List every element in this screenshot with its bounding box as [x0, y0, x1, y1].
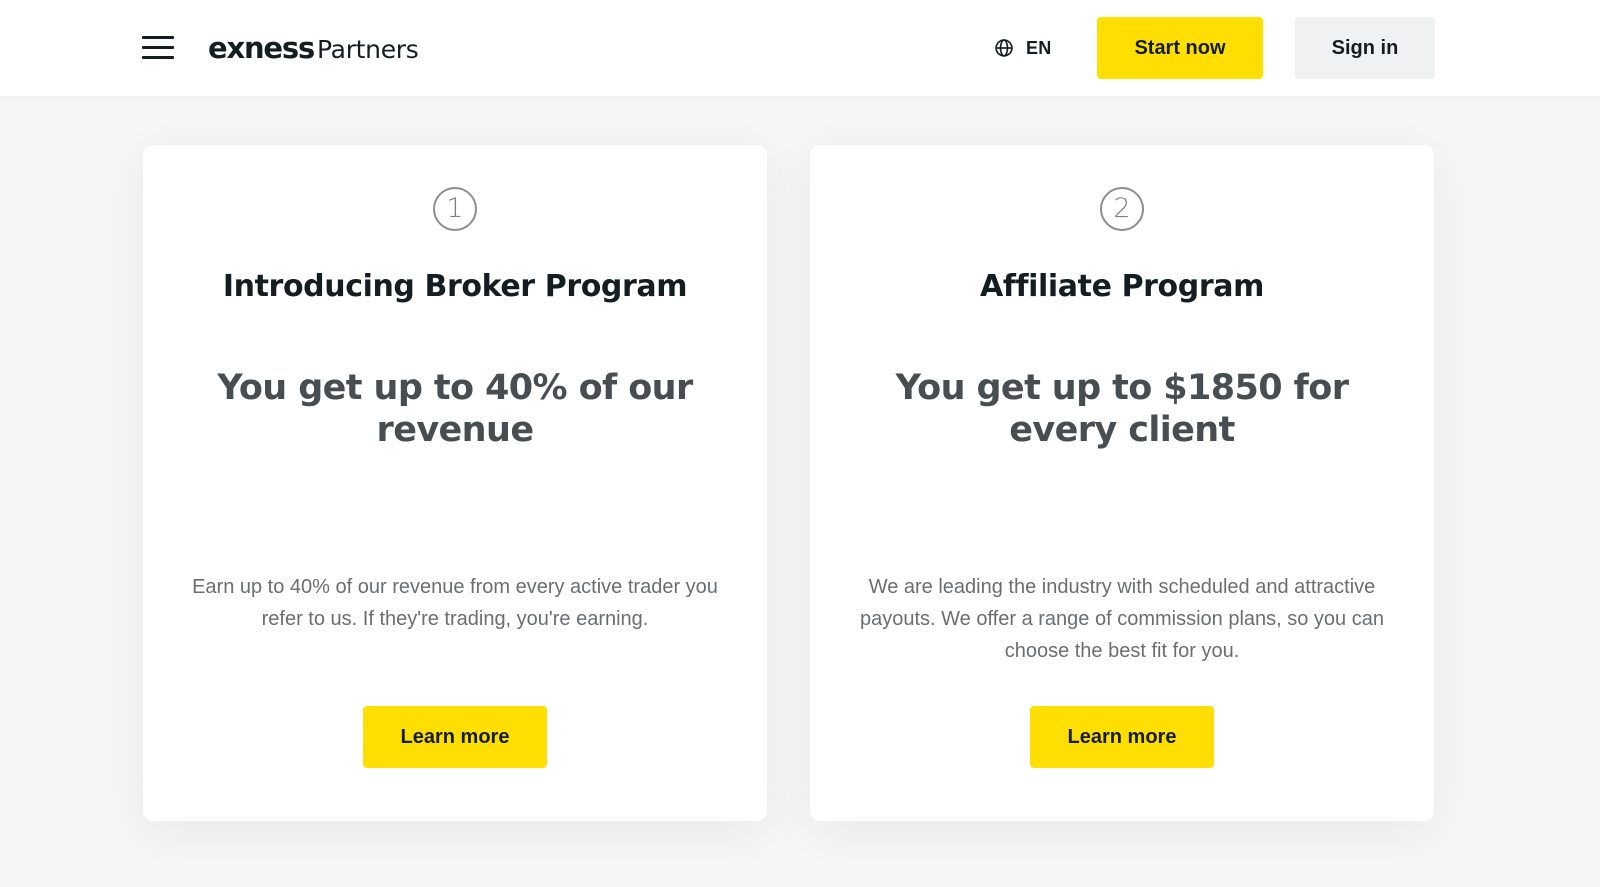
card-description: Earn up to 40% of our revenue from every… [192, 576, 718, 630]
language-label: EN [1026, 37, 1052, 58]
exness-partners-logo[interactable]: exness Partners [208, 28, 419, 68]
start-now-button[interactable]: Start now [1097, 17, 1263, 79]
introducing-broker-card: 1 Introducing Broker Program You get up … [143, 145, 767, 821]
menu-bar-bottom [142, 56, 174, 59]
card-description: We are leading the industry with schedul… [860, 576, 1384, 662]
language-selector[interactable]: EN [994, 36, 1052, 60]
hamburger-menu-icon[interactable] [142, 34, 174, 60]
card-title: Affiliate Program [980, 269, 1264, 304]
logo-wordmark: exness [208, 31, 315, 65]
menu-bar-top [142, 36, 174, 39]
card-headline: You get up to $1850 for every client [895, 368, 1349, 450]
learn-more-button[interactable]: Learn more [363, 706, 547, 768]
menu-bar-middle [142, 46, 174, 49]
card-title: Introducing Broker Program [222, 269, 688, 304]
step-number-badge: 2 [1100, 187, 1144, 231]
affiliate-program-card: 2 Affiliate Program You get up to $1850 … [810, 145, 1434, 821]
logo-partners-text: Partners [317, 35, 419, 64]
learn-more-button[interactable]: Learn more [1030, 706, 1214, 768]
step-number-badge: 1 [433, 187, 477, 231]
sign-in-button[interactable]: Sign in [1295, 17, 1435, 79]
card-headline: You get up to 40% of our revenue [217, 368, 693, 450]
top-header: exness Partners EN Start now Sign in [0, 0, 1600, 96]
globe-icon [995, 39, 1013, 57]
